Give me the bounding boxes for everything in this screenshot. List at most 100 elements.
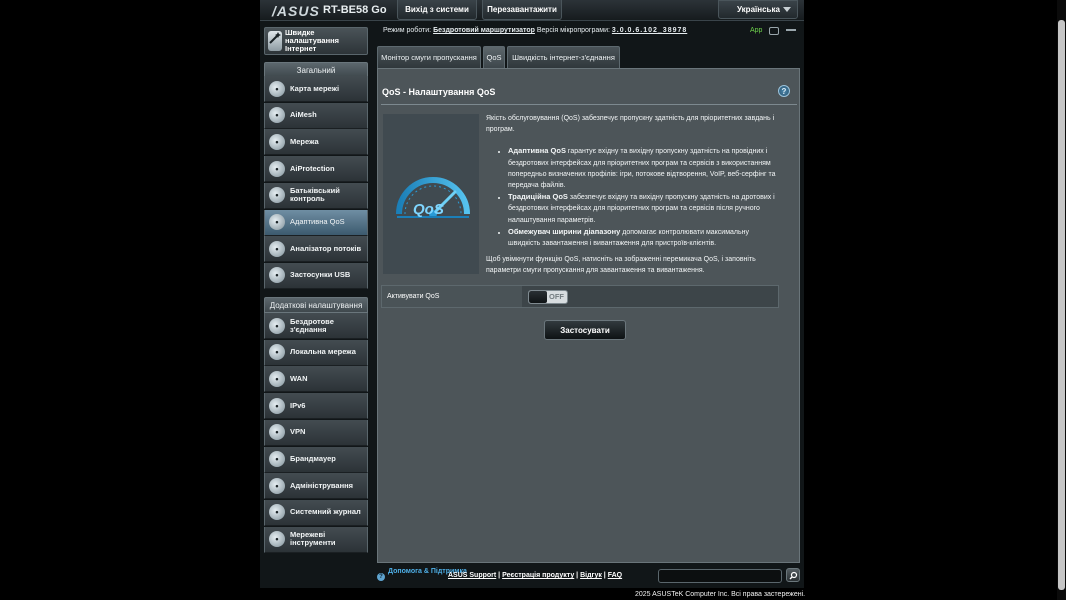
network-icon: •: [269, 133, 285, 150]
help-icon[interactable]: ?: [778, 85, 790, 97]
sidebar-item-label: Адаптивна QoS: [290, 217, 345, 226]
sidebar-item-network-tools[interactable]: • Мережеві інструменти: [264, 526, 368, 553]
list-item: Традиційна QoS забезпечує вхідну та вихі…: [508, 191, 781, 226]
reboot-button[interactable]: Перезавантажити: [482, 0, 562, 20]
toggle-state: OFF: [549, 292, 564, 301]
system-log-icon: •: [269, 504, 285, 521]
list-item: Адаптивна QoS гарантує вхідну та вихідну…: [508, 145, 781, 191]
faq-link[interactable]: FAQ: [608, 572, 622, 579]
usb-icon: •: [269, 267, 285, 284]
sidebar-item-label: Аналізатор потоків: [290, 243, 362, 253]
qos-icon: •: [269, 214, 285, 230]
quick-internet-setup-button[interactable]: Швидке налаштування Інтернет: [264, 27, 368, 55]
mode-label: Режим роботи:: [383, 27, 432, 34]
wand-icon: [268, 31, 282, 51]
sidebar-item-label: Адміністрування: [290, 480, 354, 490]
list-item: Обмежувач ширини діапазону допомагає кон…: [508, 226, 781, 249]
tab-qos[interactable]: QoS: [483, 46, 505, 68]
language-value: Українська: [737, 5, 780, 14]
asus-support-link[interactable]: ASUS Support: [448, 572, 496, 579]
language-select[interactable]: Українська: [718, 0, 798, 19]
wireless-icon: •: [269, 317, 285, 334]
sidebar-item-vpn[interactable]: • VPN: [264, 419, 368, 446]
sidebar-item-usb[interactable]: • Застосунки USB: [264, 262, 368, 289]
tab-bandwidth-monitor[interactable]: Монітор смуги пропускання: [377, 46, 481, 68]
sidebar-item-aiprotection[interactable]: • AiProtection: [264, 156, 368, 183]
footer-search-input[interactable]: [658, 569, 782, 583]
quick-setup-label: Швидке налаштування Інтернет: [285, 28, 340, 53]
parental-control-icon: •: [269, 187, 285, 204]
sidebar-item-label: Мережа: [290, 136, 319, 146]
title-divider: [381, 104, 797, 105]
footer: ? Допомога & Підтримка ASUS Support | Ре…: [374, 564, 802, 588]
enable-qos-toggle[interactable]: OFF: [528, 290, 568, 304]
feedback-link[interactable]: Відгук: [580, 572, 602, 579]
app-link[interactable]: App: [750, 27, 762, 34]
sidebar-item-label: AiMesh: [290, 110, 317, 120]
sidebar-item-label: Батьківський контроль: [290, 186, 340, 204]
usb-status-icon[interactable]: [786, 29, 796, 35]
scrollbar-thumb[interactable]: [1058, 20, 1065, 590]
sidebar-item-system-log[interactable]: • Системний журнал: [264, 499, 368, 526]
enable-qos-label: Активувати QoS: [382, 286, 522, 307]
advanced-section-header: Додаткові налаштування: [264, 297, 368, 313]
network-map-icon: •: [269, 80, 285, 97]
sidebar-item-network[interactable]: • Мережа: [264, 129, 368, 156]
chevron-down-icon: [783, 7, 791, 12]
asus-logo: /ASUS: [272, 3, 320, 19]
intro-text: Якість обслуговування (QoS) забезпечує п…: [486, 115, 775, 134]
help-support-icon: ?: [377, 573, 385, 581]
search-icon: [789, 571, 797, 579]
enable-qos-row: Активувати QoS OFF: [381, 285, 779, 308]
qos-settings-panel: QoS - Налаштування QoS ? QoS Якість обсл…: [377, 68, 800, 563]
sidebar-item-administration[interactable]: • Адміністрування: [264, 473, 368, 500]
search-button[interactable]: [786, 568, 800, 582]
sidebar-item-label: Застосунки USB: [290, 270, 351, 280]
sidebar-item-aimesh[interactable]: • AiMesh: [264, 102, 368, 129]
sidebar-item-network-map[interactable]: • Карта мережі: [264, 76, 368, 102]
aimesh-icon: •: [269, 107, 285, 124]
firmware-label: Версія мікропрограми:: [536, 27, 610, 34]
product-registration-link[interactable]: Реєстрація продукту: [502, 572, 574, 579]
sidebar-item-label: Мережеві інструменти: [290, 530, 336, 548]
tab-internet-speed[interactable]: Швидкість інтернет-з'єднання: [507, 46, 620, 68]
toggle-knob: [529, 291, 547, 303]
sidebar-item-label: IPv6: [290, 400, 306, 410]
qos-description: Якість обслуговування (QoS) забезпечує п…: [486, 113, 781, 287]
sidebar-item-label: WAN: [290, 373, 308, 383]
router-frame: /ASUS RT-BE58 Go Вихід з системи Перезав…: [260, 0, 804, 588]
administration-icon: •: [269, 477, 285, 494]
sidebar-item-lan[interactable]: • Локальна мережа: [264, 339, 368, 366]
top-bar: /ASUS RT-BE58 Go Вихід з системи Перезав…: [260, 0, 804, 21]
sidebar-item-label: VPN: [290, 427, 306, 437]
qos-graphic-text: QoS: [413, 201, 444, 218]
sidebar-item-parental-control[interactable]: • Батьківський контроль: [264, 182, 368, 209]
logout-button[interactable]: Вихід з системи: [397, 0, 477, 20]
wan-icon: •: [269, 370, 285, 387]
aiprotection-icon: •: [269, 160, 285, 177]
traffic-analyzer-icon: •: [269, 240, 285, 257]
copyright-text: 2025 ASUSTeK Computer Inc. Всі права зас…: [635, 591, 806, 598]
firewall-icon: •: [269, 451, 285, 467]
sidebar-item-label: Брандмауер: [290, 454, 336, 463]
firmware-version-link[interactable]: 3.0.0.6.102_38978: [612, 27, 687, 34]
page-scrollbar[interactable]: [1057, 0, 1066, 600]
sidebar-item-wireless[interactable]: • Бездротове з'єднання: [264, 313, 368, 339]
footer-links: ASUS Support | Реєстрація продукту | Від…: [448, 572, 623, 579]
sidebar-item-traffic-analyzer[interactable]: • Аналізатор потоків: [264, 236, 368, 263]
sidebar-item-firewall[interactable]: • Брандмауер: [264, 446, 368, 473]
sidebar-item-label: Карта мережі: [290, 83, 340, 93]
model-name: RT-BE58 Go: [323, 4, 387, 16]
vpn-icon: •: [269, 424, 285, 441]
clients-status-icon[interactable]: [769, 27, 779, 35]
page-title: QoS - Налаштування QoS: [382, 87, 496, 97]
sidebar-item-ipv6[interactable]: • IPv6: [264, 393, 368, 420]
sidebar-item-wan[interactable]: • WAN: [264, 366, 368, 393]
operation-mode-link[interactable]: Бездротовий маршрутизатор: [433, 27, 535, 34]
sidebar-item-qos[interactable]: • Адаптивна QoS: [264, 209, 368, 236]
sidebar-item-label: Локальна мережа: [290, 347, 356, 357]
sidebar-item-label: Бездротове з'єднання: [290, 316, 334, 334]
network-tools-icon: •: [269, 531, 285, 548]
apply-button[interactable]: Застосувати: [544, 320, 626, 340]
qos-type-list: Адаптивна QoS гарантує вхідну та вихідну…: [508, 145, 781, 249]
